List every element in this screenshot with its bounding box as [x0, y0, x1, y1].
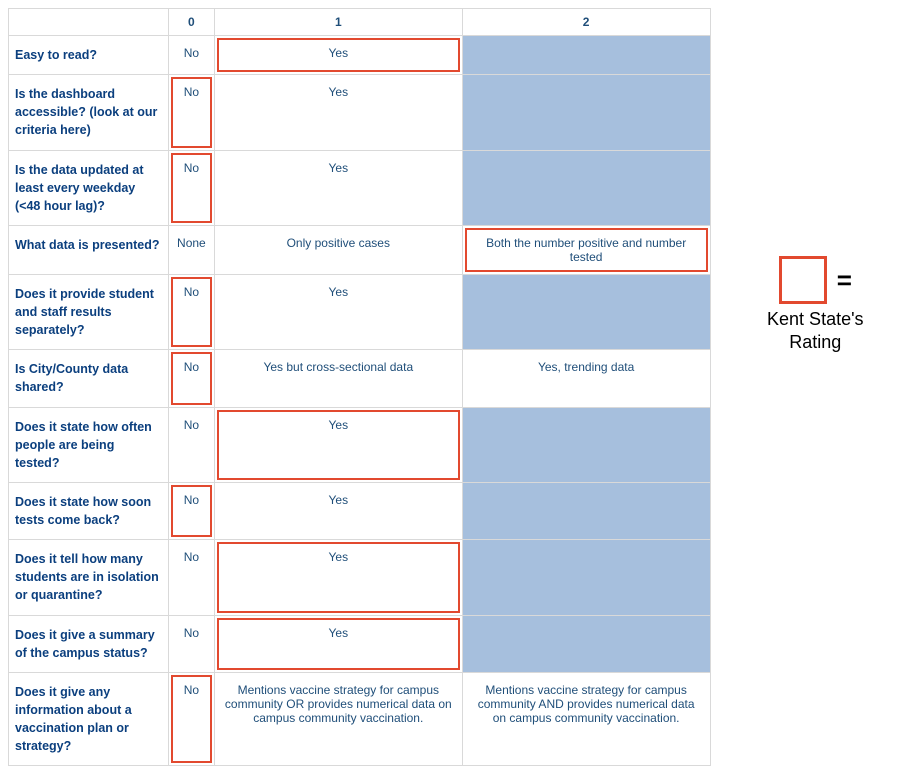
score-cell-c1: Only positive cases: [214, 225, 462, 274]
score-cell-c0: No: [168, 350, 214, 407]
criterion-cell: Is the data updated at least every weekd…: [9, 150, 169, 225]
table-row: Does it provide student and staff result…: [9, 274, 711, 349]
score-cell-c2: [462, 150, 710, 225]
col-header-2: 2: [462, 9, 710, 36]
score-cell-c1: Yes: [214, 615, 462, 672]
score-cell-c0: No: [168, 36, 214, 75]
table-row: Does it state how often people are being…: [9, 407, 711, 482]
score-cell-c2: [462, 482, 710, 539]
score-cell-c1: Yes: [214, 540, 462, 615]
score-cell-c0: No: [168, 274, 214, 349]
score-cell-c2: [462, 540, 710, 615]
criterion-cell: Does it give any information about a vac…: [9, 672, 169, 766]
criterion-cell: Is City/County data shared?: [9, 350, 169, 407]
score-cell-c0: None: [168, 225, 214, 274]
criterion-cell: Does it state how soon tests come back?: [9, 482, 169, 539]
table-row: Is City/County data shared?NoYes but cro…: [9, 350, 711, 407]
criterion-cell: Does it state how often people are being…: [9, 407, 169, 482]
table-row: Does it give a summary of the campus sta…: [9, 615, 711, 672]
criterion-cell: Does it give a summary of the campus sta…: [9, 615, 169, 672]
table-row: Does it tell how many students are in is…: [9, 540, 711, 615]
score-cell-c2: Yes, trending data: [462, 350, 710, 407]
table-row: Is the data updated at least every weekd…: [9, 150, 711, 225]
score-cell-c0: No: [168, 672, 214, 766]
table-row: Easy to read?NoYes: [9, 36, 711, 75]
score-cell-c1: Yes: [214, 150, 462, 225]
legend: = Kent State's Rating: [739, 256, 892, 355]
score-cell-c2: [462, 615, 710, 672]
corner-cell: [9, 9, 169, 36]
score-cell-c0: No: [168, 407, 214, 482]
criterion-cell: Easy to read?: [9, 36, 169, 75]
legend-box-icon: [779, 256, 827, 304]
score-cell-c1: Yes: [214, 36, 462, 75]
score-cell-c0: No: [168, 75, 214, 150]
score-cell-c1: Yes but cross-sectional data: [214, 350, 462, 407]
score-cell-c0: No: [168, 482, 214, 539]
header-row: 0 1 2: [9, 9, 711, 36]
criterion-cell: Does it provide student and staff result…: [9, 274, 169, 349]
score-cell-c1: Mentions vaccine strategy for campus com…: [214, 672, 462, 766]
score-cell-c1: Yes: [214, 274, 462, 349]
score-cell-c1: Yes: [214, 482, 462, 539]
table-row: What data is presented?NoneOnly positive…: [9, 225, 711, 274]
criterion-cell: What data is presented?: [9, 225, 169, 274]
score-cell-c0: No: [168, 615, 214, 672]
score-cell-c2: Mentions vaccine strategy for campus com…: [462, 672, 710, 766]
col-header-1: 1: [214, 9, 462, 36]
score-cell-c2: Both the number positive and number test…: [462, 225, 710, 274]
legend-equals: =: [837, 265, 852, 296]
rubric-table: 0 1 2 Easy to read?NoYesIs the dashboard…: [8, 8, 711, 766]
score-cell-c2: [462, 407, 710, 482]
table-row: Does it give any information about a vac…: [9, 672, 711, 766]
criterion-cell: Does it tell how many students are in is…: [9, 540, 169, 615]
score-cell-c0: No: [168, 540, 214, 615]
score-cell-c0: No: [168, 150, 214, 225]
score-cell-c2: [462, 75, 710, 150]
legend-label: Kent State's Rating: [739, 308, 892, 355]
criterion-cell: Is the dashboard accessible? (look at ou…: [9, 75, 169, 150]
col-header-0: 0: [168, 9, 214, 36]
table-row: Is the dashboard accessible? (look at ou…: [9, 75, 711, 150]
score-cell-c2: [462, 274, 710, 349]
score-cell-c1: Yes: [214, 407, 462, 482]
score-cell-c1: Yes: [214, 75, 462, 150]
table-row: Does it state how soon tests come back?N…: [9, 482, 711, 539]
score-cell-c2: [462, 36, 710, 75]
